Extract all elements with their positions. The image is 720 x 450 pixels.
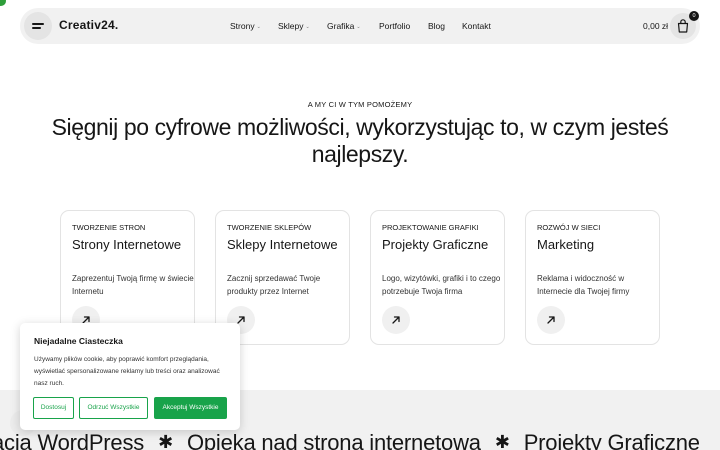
ticker-item: acja WordPress (0, 430, 145, 450)
chevron-down-icon: ⌄ (356, 24, 361, 30)
card-tag: PROJEKTOWANIE GRAFIKI (382, 223, 479, 232)
card-tag: ROZWÓJ W SIECI (537, 223, 601, 232)
nav-item-kontakt[interactable]: Kontakt (462, 21, 491, 31)
nav-item-blog[interactable]: Blog (428, 21, 445, 31)
card-tag: TWORZENIE STRON (72, 223, 146, 232)
cart-total[interactable]: 0,00 zł (643, 21, 668, 31)
arrow-up-right-icon (392, 316, 400, 324)
chevron-down-icon: ⌄ (256, 24, 261, 30)
card-title: Marketing (537, 237, 595, 252)
asterisk-icon: ✱ (158, 432, 173, 450)
cookie-text: Używamy plików cookie, aby poprawić komf… (34, 356, 220, 387)
status-dot (0, 0, 6, 6)
services-ticker: acja WordPress ✱ Opieka nad stroną interne… (0, 430, 700, 450)
service-card-grafika[interactable]: PROJEKTOWANIE GRAFIKI Projekty Graficzne… (370, 210, 505, 345)
service-card-marketing[interactable]: ROZWÓJ W SIECI Marketing Reklama i widoc… (525, 210, 660, 345)
reject-all-button[interactable]: Odrzuć Wszystkie (79, 397, 148, 419)
card-description: Logo, wizytówki, grafiki i to czego potr… (382, 274, 501, 296)
hero-title: Sięgnij po cyfrowe możliwości, wykorzyst… (51, 114, 669, 167)
card-description: Zacznij sprzedawać Twoje produkty przez … (227, 274, 321, 296)
card-title: Projekty Graficzne (382, 237, 489, 252)
nav-item-portfolio[interactable]: Portfolio (379, 21, 410, 31)
cookie-consent-dialog: Niejadalne Ciasteczka Używamy plików coo… (20, 323, 240, 430)
menu-button[interactable] (24, 12, 52, 40)
card-link-button[interactable] (382, 306, 410, 334)
nav-item-sklepy[interactable]: Sklepy ⌄ (278, 21, 310, 31)
cookie-title: Niejadalne Ciasteczka (34, 336, 123, 346)
asterisk-icon: ✱ (494, 432, 510, 450)
cart-count-badge: 0 (689, 11, 699, 21)
hero-eyebrow: A MY CI W TYM POMOŻEMY (307, 100, 413, 109)
nav-item-grafika[interactable]: Grafika ⌄ (327, 21, 361, 31)
card-link-button[interactable] (537, 306, 565, 334)
customize-cookies-button[interactable]: Dostosuj (33, 397, 74, 419)
card-description: Zaprezentuj Twoją firmę w świecie Intern… (72, 274, 194, 296)
ticker-item: Projekty Graficzne (523, 430, 700, 450)
card-title: Strony Internetowe (72, 237, 182, 252)
chevron-down-icon: ⌄ (305, 24, 310, 30)
nav-item-strony[interactable]: Strony ⌄ (230, 21, 261, 31)
ticker-item: Opieka nad stroną internetową (186, 430, 481, 450)
accept-all-button[interactable]: Akceptuj Wszystkie (154, 397, 227, 419)
arrow-up-right-icon (547, 316, 555, 324)
site-logo[interactable]: Creativ24. (59, 18, 118, 32)
card-description: Reklama i widoczność w Internecie dla Tw… (537, 274, 630, 296)
site-header: Creativ24. Strony ⌄ Sklepy ⌄ Grafika ⌄ Port… (20, 8, 700, 44)
card-title: Sklepy Internetowe (227, 237, 338, 252)
card-tag: TWORZENIE SKLEPÓW (227, 223, 312, 232)
